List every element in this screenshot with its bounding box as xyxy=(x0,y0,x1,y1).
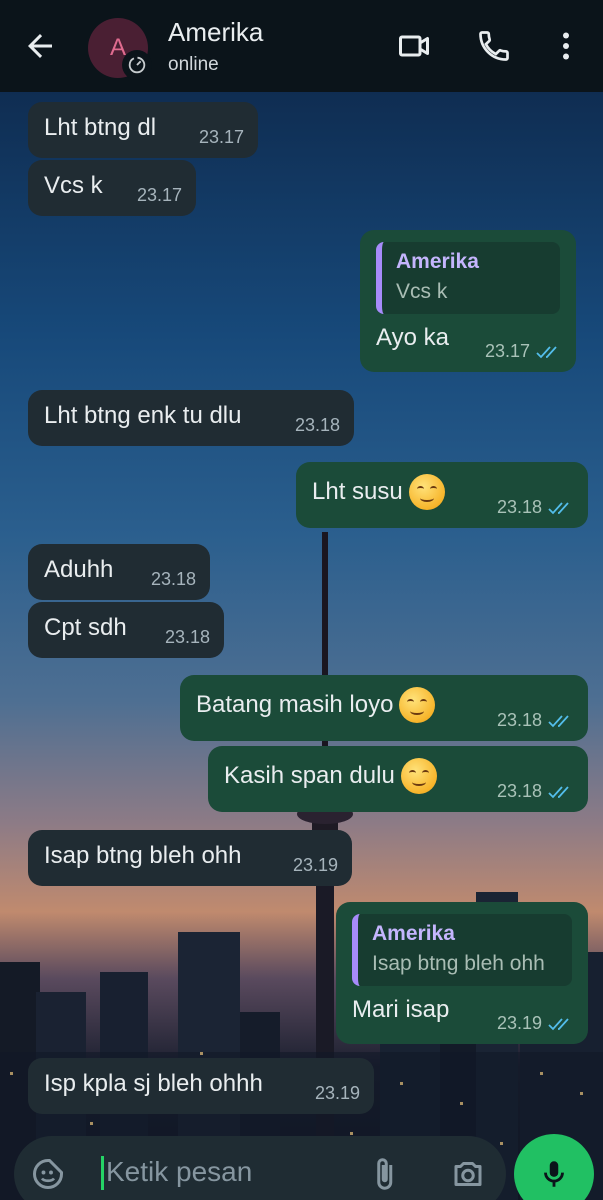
outgoing-message[interactable]: Batang masih loyo 23.18 xyxy=(180,675,588,741)
camera-icon[interactable] xyxy=(450,1156,486,1192)
message-time: 23.18 xyxy=(497,710,574,731)
quoted-sender: Amerika xyxy=(396,250,479,273)
message-timestamp: 23.17 xyxy=(136,185,182,205)
message-composer[interactable]: Ketik pesan xyxy=(14,1136,506,1200)
message-text: Lht susu xyxy=(312,478,403,505)
text-caret xyxy=(101,1156,104,1190)
incoming-message[interactable]: Lht btng dl 23.17 xyxy=(28,102,258,158)
quoted-text: Vcs k xyxy=(396,280,448,303)
message-time: 23.18 xyxy=(497,781,574,802)
message-time: 23.18 xyxy=(165,627,210,648)
more-vert-icon[interactable] xyxy=(548,28,584,64)
message-time: 23.18 xyxy=(295,415,340,436)
message-time: 23.17 xyxy=(485,341,562,362)
message-timestamp: 23.18 xyxy=(294,415,340,435)
message-text: Vcs k xyxy=(44,172,103,199)
read-receipt-icon xyxy=(548,785,569,798)
quoted-text: Isap btng bleh ohh xyxy=(372,952,545,975)
message-timestamp: 23.18 xyxy=(150,569,196,589)
read-receipt-icon xyxy=(548,714,569,727)
message-time: 23.19 xyxy=(497,1013,574,1034)
message-time: 23.17 xyxy=(137,185,182,206)
message-text: Kasih span dulu xyxy=(224,762,395,789)
message-timestamp: 23.19 xyxy=(496,1013,542,1033)
contact-status: online xyxy=(168,54,219,75)
quoted-message[interactable]: Amerika Isap btng bleh ohh xyxy=(352,914,572,986)
quoted-sender: Amerika xyxy=(372,922,455,945)
message-text: Mari isap xyxy=(352,996,450,1023)
message-text: Isap btng bleh ohh xyxy=(44,842,242,869)
disappearing-timer-icon xyxy=(122,50,152,80)
incoming-message[interactable]: Aduhh 23.18 xyxy=(28,544,210,600)
back-arrow-icon[interactable] xyxy=(22,28,58,64)
attach-icon[interactable] xyxy=(366,1156,402,1192)
message-timestamp: 23.18 xyxy=(496,710,542,730)
message-time: 23.18 xyxy=(497,497,574,518)
outgoing-message[interactable]: Lht susu 23.18 xyxy=(296,462,588,528)
message-timestamp: 23.19 xyxy=(314,1083,360,1103)
message-time: 23.17 xyxy=(199,127,244,148)
message-text: Ayo ka xyxy=(376,324,449,351)
incoming-message[interactable]: Isp kpla sj bleh ohhh 23.19 xyxy=(28,1058,374,1114)
rolling-on-floor-laughing-emoji-icon xyxy=(399,687,436,723)
face-savoring-food-emoji-icon xyxy=(408,474,445,510)
message-text: Batang masih loyo xyxy=(196,691,394,718)
message-text: Isp kpla sj bleh ohhh xyxy=(44,1070,263,1097)
message-timestamp: 23.17 xyxy=(484,341,530,361)
message-text: Aduhh xyxy=(44,556,114,583)
message-timestamp: 23.18 xyxy=(496,781,542,801)
message-text: Lht btng enk tu dlu xyxy=(44,402,242,429)
video-call-icon[interactable] xyxy=(396,28,432,64)
message-text: Cpt sdh xyxy=(44,614,127,641)
message-text: Lht btng dl xyxy=(44,114,157,141)
outgoing-message[interactable]: Amerika Isap btng bleh ohh Mari isap 23.19 xyxy=(336,902,588,1044)
outgoing-message[interactable]: Amerika Vcs k Ayo ka 23.17 xyxy=(360,230,576,372)
incoming-message[interactable]: Cpt sdh 23.18 xyxy=(28,602,224,658)
incoming-message[interactable]: Lht btng enk tu dlu 23.18 xyxy=(28,390,354,446)
sticker-icon[interactable] xyxy=(30,1156,66,1192)
message-timestamp: 23.17 xyxy=(198,127,244,147)
voice-call-icon[interactable] xyxy=(476,28,512,64)
message-time: 23.19 xyxy=(315,1083,360,1104)
read-receipt-icon xyxy=(536,345,557,358)
mic-icon xyxy=(544,1161,564,1187)
read-receipt-icon xyxy=(548,1017,569,1030)
read-receipt-icon xyxy=(548,501,569,514)
message-input[interactable]: Ketik pesan xyxy=(106,1156,252,1188)
message-time: 23.18 xyxy=(151,569,196,590)
contact-name[interactable]: Amerika xyxy=(168,17,263,48)
message-timestamp: 23.18 xyxy=(496,497,542,517)
message-timestamp: 23.19 xyxy=(292,855,338,875)
face-savoring-food-emoji-icon xyxy=(400,758,437,794)
outgoing-message[interactable]: Kasih span dulu 23.18 xyxy=(208,746,588,812)
message-time: 23.19 xyxy=(293,855,338,876)
quoted-message[interactable]: Amerika Vcs k xyxy=(376,242,560,314)
incoming-message[interactable]: Vcs k 23.17 xyxy=(28,160,196,216)
message-timestamp: 23.18 xyxy=(164,627,210,647)
incoming-message[interactable]: Isap btng bleh ohh 23.19 xyxy=(28,830,352,886)
chat-header: A Amerika online xyxy=(0,0,603,92)
